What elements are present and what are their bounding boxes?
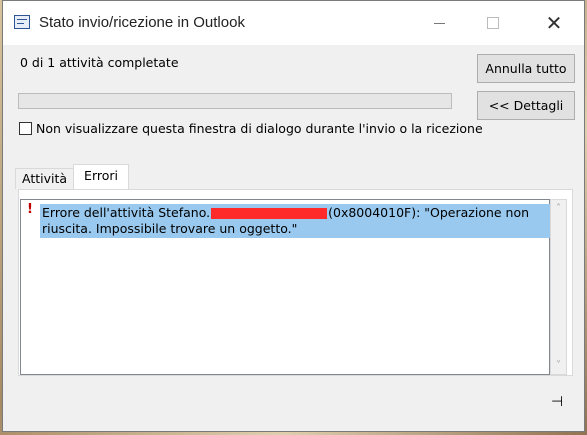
minimize-icon bbox=[433, 22, 445, 24]
scroll-down-icon[interactable]: ˅ bbox=[551, 357, 566, 374]
tab-attivita[interactable]: Attività bbox=[15, 168, 75, 189]
progress-bar bbox=[18, 93, 452, 109]
progress-status-text: 0 di 1 attività completate bbox=[20, 55, 179, 70]
scroll-up-icon[interactable]: ˄ bbox=[551, 200, 566, 217]
errors-list[interactable]: ! Errore dell'attività Stefano. (0x800401… bbox=[20, 199, 550, 375]
minimize-button[interactable] bbox=[416, 1, 462, 45]
pin-icon[interactable]: ⊣ bbox=[551, 394, 563, 410]
tab-strip: Attività Errori bbox=[15, 164, 129, 189]
error-exclamation-icon: ! bbox=[27, 202, 33, 217]
close-button[interactable]: ✕ bbox=[531, 1, 577, 45]
maximize-icon bbox=[487, 17, 499, 29]
errors-scrollbar[interactable]: ˄ ˅ bbox=[550, 199, 567, 375]
title-bar[interactable]: Stato invio/ricezione in Outlook ✕ bbox=[3, 1, 584, 45]
dont-show-option[interactable]: Non visualizzare questa finestra di dial… bbox=[19, 121, 483, 136]
dont-show-checkbox[interactable] bbox=[19, 122, 32, 135]
send-receive-dialog: Stato invio/ricezione in Outlook ✕ 0 di … bbox=[2, 0, 585, 432]
tab-errori[interactable]: Errori bbox=[73, 164, 129, 189]
cancel-all-button[interactable]: Annulla tutto bbox=[477, 54, 575, 83]
dialog-body: 0 di 1 attività completate Annulla tutto… bbox=[3, 45, 584, 431]
errors-tab-panel: ! Errore dell'attività Stefano. (0x800401… bbox=[18, 189, 573, 376]
error-list-item[interactable]: Errore dell'attività Stefano. (0x8004010F… bbox=[40, 204, 550, 238]
details-button[interactable]: << Dettagli bbox=[477, 91, 575, 120]
dont-show-label[interactable]: Non visualizzare questa finestra di dial… bbox=[36, 121, 483, 136]
redaction-mark bbox=[211, 208, 328, 219]
window-title: Stato invio/ricezione in Outlook bbox=[39, 14, 245, 31]
close-icon: ✕ bbox=[545, 11, 563, 35]
outlook-dialog-icon bbox=[14, 15, 30, 29]
error-text-start: Errore dell'attività Stefano. bbox=[42, 205, 211, 220]
maximize-button bbox=[470, 1, 516, 45]
